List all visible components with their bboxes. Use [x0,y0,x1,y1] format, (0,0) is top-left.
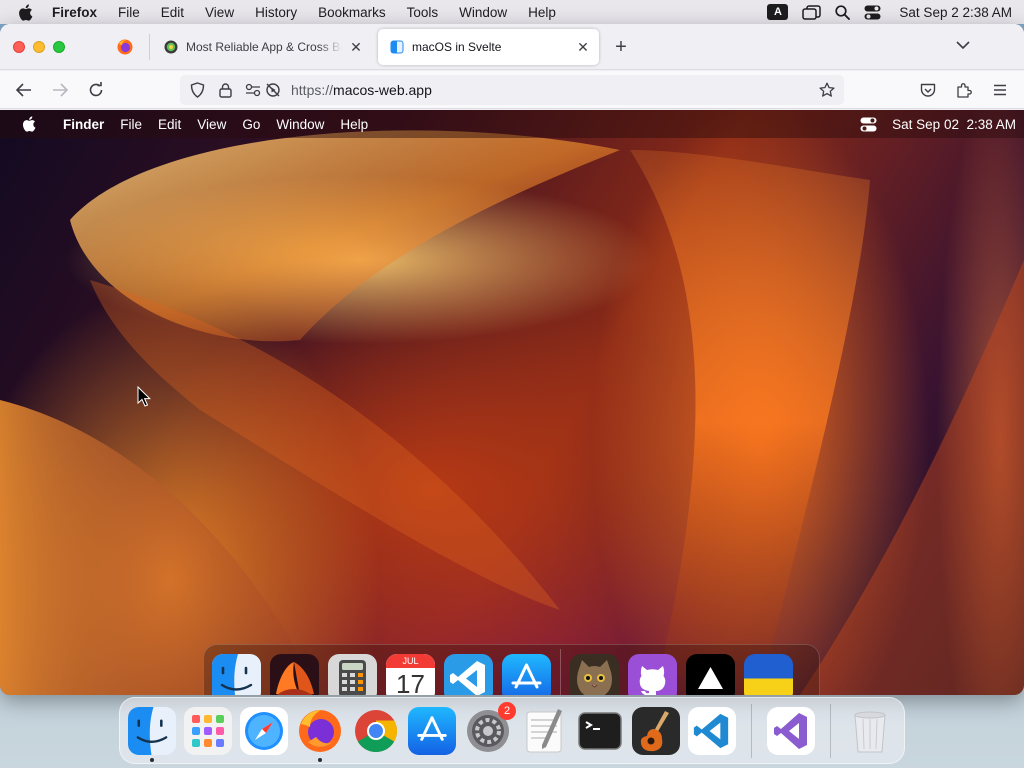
host-dock-trash-icon[interactable] [846,707,894,755]
host-dock-visual-studio-icon[interactable] [767,706,815,755]
calendar-month: JUL [386,653,435,668]
dock-github-icon[interactable] [628,653,677,695]
host-dock-finder-icon[interactable] [128,706,176,762]
emulated-menu-app-name[interactable]: Finder [63,117,104,132]
extensions-puzzle-icon[interactable] [955,81,973,99]
emulated-menu-view[interactable]: View [197,117,226,132]
menubar-clock[interactable]: Sat Sep 2 2:38 AM [899,5,1012,20]
list-all-tabs-chevron-icon[interactable] [956,40,972,54]
dock-calendar-icon[interactable]: JUL 17 [386,653,435,696]
emulated-menubar: Finder File Edit View Go Window Help Sat… [0,110,1024,138]
mouse-pointer-icon [137,386,151,408]
emulated-control-center-icon[interactable] [860,117,877,132]
dock-calculator-icon[interactable] [328,653,377,695]
lock-icon[interactable] [216,81,234,99]
dock-wallpapers-icon[interactable] [270,653,319,695]
permissions-icon[interactable] [244,81,262,99]
spotlight-search-icon[interactable] [835,4,851,20]
menu-view[interactable]: View [205,5,234,20]
dock-vercel-icon[interactable] [686,653,735,695]
emulated-status-area: Sat Sep 02 2:38 AM [860,117,1016,132]
emulated-menu-go[interactable]: Go [242,117,260,132]
host-dock-safari-icon[interactable] [240,706,288,755]
running-indicator [150,757,154,762]
input-source-icon[interactable]: A [767,4,789,20]
url-host: macos-web.app [333,82,432,98]
host-dock-vscode-icon[interactable] [688,706,736,755]
emulated-menu-file[interactable]: File [120,117,142,132]
menu-tools[interactable]: Tools [407,5,439,20]
running-indicator [318,757,322,762]
menu-app-name[interactable]: Firefox [52,5,97,20]
close-window-button[interactable] [13,41,25,53]
emulated-apple-menu-icon[interactable] [22,116,38,132]
menu-file[interactable]: File [118,5,140,20]
dock-separator [751,703,752,758]
menu-history[interactable]: History [255,5,297,20]
tracking-protection-shield-icon[interactable] [188,81,206,99]
close-tab-icon[interactable]: ✕ [575,39,591,56]
host-dock-launchpad-icon[interactable] [184,706,232,755]
emulated-menu-help[interactable]: Help [340,117,368,132]
host-dock-garageband-icon[interactable] [632,706,680,755]
bookmark-star-icon[interactable] [818,81,836,99]
pocket-icon[interactable] [919,81,937,99]
emulated-menubar-clock[interactable]: Sat Sep 02 2:38 AM [892,117,1016,132]
tab-lambdatest[interactable]: Most Reliable App & Cross Brow ✕ [152,29,372,65]
forward-arrow-icon[interactable] [51,81,69,99]
new-tab-plus-icon[interactable]: + [612,37,630,57]
menu-edit[interactable]: Edit [161,5,184,20]
screen-mirroring-icon[interactable] [802,4,822,20]
notification-badge: 2 [498,701,516,720]
zoom-window-button[interactable] [53,41,65,53]
address-bar[interactable]: https://macos-web.app [180,75,844,105]
tab-separator [149,34,150,60]
menu-bookmarks[interactable]: Bookmarks [318,5,386,20]
tab-bar: Most Reliable App & Cross Brow ✕ macOS i… [0,24,1024,70]
apple-menu-icon[interactable] [18,3,36,21]
reload-icon[interactable] [87,81,105,99]
window-controls [13,41,65,53]
tab-macos-in-svelte[interactable]: macOS in Svelte ✕ [378,29,599,65]
control-center-icon[interactable] [864,5,881,20]
hamburger-menu-icon[interactable] [991,81,1009,99]
dock-separator [560,649,561,695]
dock-vscode-icon[interactable] [444,653,493,695]
host-dock-app-store-icon[interactable] [408,706,456,755]
emulated-dock: JUL 17 [203,644,820,695]
dock-cat-avatar-icon[interactable] [570,653,619,695]
desktop-wallpaper[interactable] [0,110,1024,695]
back-arrow-icon[interactable] [15,81,33,99]
lambdatest-icon [164,40,178,54]
host-dock-system-settings-icon[interactable]: 2 [464,701,516,755]
web-content: Finder File Edit View Go Window Help Sat… [0,110,1024,695]
macos-web-icon [390,40,404,54]
host-dock: 2 [119,697,905,764]
dock-app-store-icon[interactable] [502,653,551,695]
host-dock-terminal-icon[interactable] [576,707,624,755]
autoplay-blocked-icon[interactable] [264,81,282,99]
host-dock-textedit-icon[interactable] [520,707,568,755]
menu-help[interactable]: Help [528,5,556,20]
host-dock-firefox-icon[interactable] [296,707,344,762]
host-dock-chrome-icon[interactable] [352,707,400,755]
dock-separator [830,703,831,758]
host-menubar: Firefox File Edit View History Bookmarks… [0,0,1024,24]
emulated-menu-window[interactable]: Window [276,117,324,132]
url-text[interactable]: https://macos-web.app [291,82,432,98]
minimize-window-button[interactable] [33,41,45,53]
nav-toolbar: https://macos-web.app [0,71,1024,109]
firefox-window: Most Reliable App & Cross Brow ✕ macOS i… [0,24,1024,695]
dock-finder-icon[interactable] [212,653,261,695]
tab-title: Most Reliable App & Cross Brow [186,40,342,54]
calendar-day: 17 [396,668,425,696]
menu-window[interactable]: Window [459,5,507,20]
status-area: A Sat Sep 2 2:38 AM [767,4,1012,20]
firefox-view-icon[interactable] [117,39,133,55]
close-tab-icon[interactable]: ✕ [348,39,364,56]
dock-ukraine-flag-icon[interactable] [744,653,793,695]
emulated-menu-edit[interactable]: Edit [158,117,181,132]
tab-title: macOS in Svelte [412,40,502,54]
url-scheme: https:// [291,82,334,98]
